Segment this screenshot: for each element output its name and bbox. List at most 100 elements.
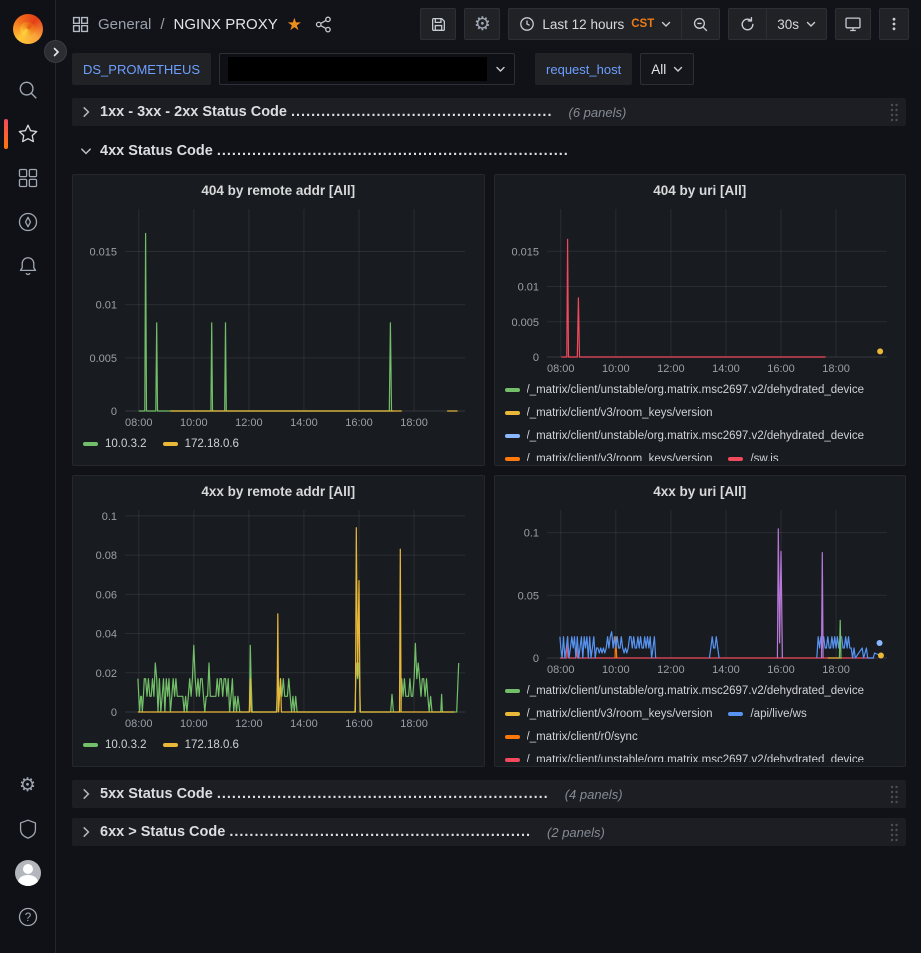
panel-title[interactable]: 4xx by uri [All] bbox=[495, 476, 906, 502]
kebab-menu-button[interactable] bbox=[879, 8, 909, 40]
row-4xx-status-code[interactable]: 4xx Status Code ........................… bbox=[72, 138, 906, 164]
legend-swatch bbox=[505, 434, 520, 438]
legend-item[interactable]: /_matrix/client/unstable/org.matrix.msc2… bbox=[505, 680, 865, 701]
legend-label: /_matrix/client/r0/sync bbox=[527, 731, 638, 743]
svg-text:18:00: 18:00 bbox=[400, 417, 428, 429]
chevron-down-icon bbox=[495, 65, 506, 73]
legend-swatch bbox=[505, 388, 520, 392]
legend-item[interactable]: 10.0.3.2 bbox=[83, 433, 147, 454]
svg-text:0.04: 0.04 bbox=[96, 629, 117, 641]
sidebar-item-alerting[interactable] bbox=[0, 244, 55, 288]
legend-label: 172.18.0.6 bbox=[185, 739, 239, 751]
svg-text:0: 0 bbox=[532, 352, 538, 364]
chart-plot: 08:0010:0012:0014:0016:0018:0000.020.040… bbox=[81, 502, 475, 732]
legend-item[interactable]: /_matrix/client/unstable/org.matrix.msc2… bbox=[505, 425, 865, 446]
chevron-down-icon bbox=[661, 20, 671, 28]
timezone-label: CST bbox=[631, 18, 654, 30]
svg-text:0.01: 0.01 bbox=[96, 300, 117, 312]
legend-swatch bbox=[505, 758, 520, 762]
legend-item[interactable]: /api/live/ws bbox=[728, 703, 806, 724]
legend-item[interactable]: /_matrix/client/v3/room_keys/version bbox=[505, 402, 713, 423]
dashboard-settings-button[interactable]: ⚙ bbox=[464, 8, 500, 40]
legend-item[interactable]: /_matrix/client/v3/room_keys/version bbox=[505, 448, 713, 461]
monitor-icon bbox=[844, 15, 862, 33]
svg-text:10:00: 10:00 bbox=[180, 718, 208, 730]
legend-item[interactable]: 172.18.0.6 bbox=[163, 433, 239, 454]
legend-label: 172.18.0.6 bbox=[185, 438, 239, 450]
variables-bar: DS_PROMETHEUS request_host All bbox=[56, 48, 921, 90]
zoom-out-time-button[interactable] bbox=[682, 9, 719, 39]
row-title: 6xx > Status Code bbox=[100, 824, 225, 840]
breadcrumb-page-title: NGINX PROXY bbox=[174, 16, 278, 33]
row-6xx-status-code[interactable]: 6xx > Status Code ......................… bbox=[72, 818, 906, 846]
svg-text:0.1: 0.1 bbox=[523, 528, 538, 540]
variable-ds-select[interactable] bbox=[219, 53, 515, 85]
share-icon[interactable] bbox=[315, 16, 332, 33]
panel-0: 404 by remote addr [All]08:0010:0012:001… bbox=[72, 174, 485, 466]
dashboard-toolbar: ⚙ Last 12 hours CST bbox=[420, 8, 909, 40]
variable-ds-label[interactable]: DS_PROMETHEUS bbox=[72, 53, 211, 85]
sidebar-item-starred[interactable] bbox=[0, 112, 55, 156]
app: ⚙ ? General / bbox=[0, 0, 921, 953]
legend-item[interactable]: /sw.js bbox=[728, 448, 778, 461]
svg-text:0: 0 bbox=[532, 653, 538, 665]
grafana-logo[interactable] bbox=[13, 14, 43, 44]
refresh-button[interactable] bbox=[729, 9, 766, 39]
sidebar-item-help[interactable]: ? bbox=[0, 895, 55, 939]
breadcrumb-section[interactable]: General bbox=[98, 16, 151, 33]
variable-host-label[interactable]: request_host bbox=[535, 53, 632, 85]
variable-host-select[interactable]: All bbox=[640, 53, 694, 85]
legend-swatch bbox=[728, 457, 743, 461]
tv-mode-button[interactable] bbox=[835, 8, 871, 40]
sidebar-expand-button[interactable] bbox=[44, 40, 67, 63]
legend-item[interactable]: 172.18.0.6 bbox=[163, 734, 239, 755]
favorite-star-icon[interactable]: ★ bbox=[287, 16, 302, 33]
row-1xx-3xx-2xx-status-code[interactable]: 1xx - 3xx - 2xx Status Code ............… bbox=[72, 98, 906, 126]
sidebar-item-server-admin[interactable] bbox=[0, 807, 55, 851]
panel-title[interactable]: 404 by uri [All] bbox=[495, 175, 906, 201]
legend-swatch bbox=[728, 712, 743, 716]
sidebar-item-explore[interactable] bbox=[0, 200, 55, 244]
search-icon bbox=[17, 79, 39, 101]
legend-item[interactable]: /_matrix/client/r0/sync bbox=[505, 726, 638, 747]
legend-label: /sw.js bbox=[750, 453, 778, 462]
legend-swatch bbox=[505, 411, 520, 415]
star-outline-icon bbox=[17, 123, 39, 145]
apps-grid-icon[interactable] bbox=[72, 16, 89, 33]
row-drag-handle[interactable] bbox=[888, 821, 900, 843]
legend-swatch bbox=[83, 743, 98, 747]
legend-item[interactable]: /_matrix/client/unstable/org.matrix.msc2… bbox=[505, 379, 865, 400]
legend-swatch bbox=[505, 712, 520, 716]
svg-text:14:00: 14:00 bbox=[290, 417, 318, 429]
legend-item[interactable]: /_matrix/client/unstable/org.matrix.msc2… bbox=[505, 749, 865, 762]
clock-icon bbox=[519, 16, 535, 32]
legend-label: /_matrix/client/v3/room_keys/version bbox=[527, 708, 713, 720]
legend-item[interactable]: 10.0.3.2 bbox=[83, 734, 147, 755]
sidebar-item-search[interactable] bbox=[0, 68, 55, 112]
svg-text:08:00: 08:00 bbox=[125, 718, 153, 730]
chart-plot: 08:0010:0012:0014:0016:0018:0000.0050.01… bbox=[503, 201, 897, 377]
svg-text:0: 0 bbox=[111, 707, 117, 719]
panel-title[interactable]: 404 by remote addr [All] bbox=[73, 175, 484, 201]
row-5xx-status-code[interactable]: 5xx Status Code ........................… bbox=[72, 780, 906, 808]
legend-label: /_matrix/client/v3/room_keys/version bbox=[527, 453, 713, 462]
sidebar-item-profile[interactable] bbox=[0, 851, 55, 895]
row-title: 5xx Status Code bbox=[100, 786, 213, 802]
row-drag-handle[interactable] bbox=[888, 783, 900, 805]
svg-text:0.005: 0.005 bbox=[511, 317, 539, 329]
svg-text:0.01: 0.01 bbox=[517, 282, 538, 294]
chevron-down-icon bbox=[80, 145, 92, 157]
row-drag-handle[interactable] bbox=[888, 101, 900, 123]
panel-legend: /_matrix/client/unstable/org.matrix.msc2… bbox=[495, 377, 906, 461]
sidebar-item-configuration[interactable]: ⚙ bbox=[0, 763, 55, 807]
svg-text:0.1: 0.1 bbox=[102, 511, 117, 523]
svg-text:10:00: 10:00 bbox=[602, 363, 630, 375]
time-range-picker[interactable]: Last 12 hours CST bbox=[509, 9, 681, 39]
panel-title[interactable]: 4xx by remote addr [All] bbox=[73, 476, 484, 502]
save-dashboard-button[interactable] bbox=[420, 8, 456, 40]
refresh-interval-picker[interactable]: 30s bbox=[767, 9, 826, 39]
svg-text:14:00: 14:00 bbox=[712, 363, 740, 375]
legend-swatch bbox=[163, 743, 178, 747]
sidebar-item-dashboards[interactable] bbox=[0, 156, 55, 200]
legend-item[interactable]: /_matrix/client/v3/room_keys/version bbox=[505, 703, 713, 724]
